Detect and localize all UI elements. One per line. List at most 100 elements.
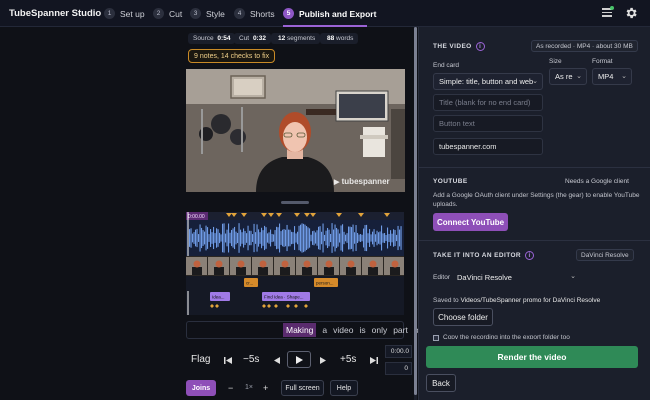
youtube-help-text: Add a Google OAuth client under Settings…	[433, 192, 640, 208]
transcript-word[interactable]: part	[393, 325, 408, 335]
editor-pane: Source 0:54 Cut 0:32 12 segments 88 word…	[0, 27, 421, 400]
step-forward-icon[interactable]	[320, 357, 326, 364]
transcript-word[interactable]: video	[333, 325, 353, 335]
waveform-bar	[211, 232, 213, 244]
step-number: 5	[283, 8, 294, 19]
step-back-icon[interactable]	[274, 357, 280, 364]
step-style[interactable]: 3 Style	[190, 7, 225, 20]
step-publish-and-export[interactable]: 5 Publish and Export	[283, 7, 376, 20]
editor-select[interactable]: DaVinci Resolve ⌄	[452, 269, 580, 286]
play-icon	[295, 355, 303, 364]
waveform-bar	[265, 227, 267, 249]
waveform-bar	[196, 228, 198, 248]
video-preview[interactable]: ▶ tubespanner	[186, 69, 405, 192]
zoom-out-button[interactable]: −	[228, 383, 233, 393]
back-button[interactable]: Back	[426, 374, 456, 392]
render-video-button[interactable]: Render the video	[426, 346, 638, 368]
waveform-bar	[301, 223, 303, 253]
waveform-bar	[378, 232, 380, 244]
segment-count: 12 segments	[271, 33, 321, 44]
resize-handle[interactable]	[281, 201, 309, 204]
waveform-bar	[292, 232, 294, 244]
play-button[interactable]	[287, 351, 311, 368]
info-icon[interactable]: i	[475, 42, 485, 51]
waveform-bar	[306, 226, 308, 250]
waveform-bar	[201, 227, 203, 249]
gear-icon[interactable]	[624, 6, 638, 20]
waveform-bar	[208, 234, 210, 242]
waveform-bar	[396, 234, 398, 242]
button-text-input[interactable]: Button text	[433, 115, 543, 132]
waveform-bar	[228, 223, 230, 253]
back-5s-button[interactable]: −5s	[243, 354, 259, 365]
waveform-bar	[298, 225, 300, 251]
offset-field[interactable]: 0	[385, 362, 412, 375]
current-time-field[interactable]: 0:00.0	[385, 345, 412, 358]
waveform-bar	[294, 226, 296, 250]
step-label: Style	[206, 8, 225, 19]
waveform-bar	[375, 234, 377, 242]
waveform-bar	[261, 227, 263, 249]
waveform-bar	[307, 227, 309, 249]
copy-recording-checkbox[interactable]	[433, 335, 439, 341]
timeline[interactable]: 0:00.00 cr... person... Idea... Find Ide…	[186, 212, 405, 315]
joins-button[interactable]: Joins	[186, 380, 216, 396]
waveform-bar	[274, 230, 276, 246]
zoom-in-button[interactable]: +	[263, 383, 268, 393]
thumbnail-head	[215, 260, 223, 268]
youtube-status: Needs a Google client	[565, 178, 629, 185]
left-scrollbar-thumb[interactable]	[414, 27, 417, 395]
waveform-bar	[219, 232, 221, 244]
transcript-word-current[interactable]: Making	[283, 323, 317, 337]
transcript-word[interactable]: only	[372, 325, 388, 335]
waveform-bar	[277, 227, 279, 249]
waveform-bar	[349, 226, 351, 250]
waveform-bar	[324, 234, 326, 242]
waveform-bar	[370, 234, 372, 242]
waveform-bar	[270, 229, 272, 247]
waveform-bar	[255, 232, 257, 244]
choose-folder-button[interactable]: Choose folder	[433, 308, 493, 326]
transcript-word[interactable]: is	[359, 325, 365, 335]
flag-button[interactable]: Flag	[191, 354, 210, 365]
thumbnail-person	[236, 267, 246, 275]
waveform-bar	[286, 224, 288, 252]
source-duration: Source 0:54	[188, 33, 236, 44]
app-title: TubeSpanner Studio	[9, 8, 102, 19]
transcript-strip[interactable]: Making a video is only part of	[186, 321, 421, 339]
forward-5s-button[interactable]: +5s	[340, 354, 356, 365]
step-cut[interactable]: 2 Cut	[153, 7, 182, 20]
end-card-title-input[interactable]: Title (blank for no end card)	[433, 94, 543, 111]
info-icon[interactable]: i	[525, 251, 535, 260]
step-set-up[interactable]: 1 Set up	[104, 7, 145, 20]
skip-start-icon[interactable]	[224, 357, 232, 364]
waveform-bar	[259, 232, 261, 244]
step-shorts[interactable]: 4 Shorts	[234, 7, 275, 20]
notes-warning-badge[interactable]: 9 notes, 14 checks to fix	[188, 49, 276, 63]
waveform-bar	[367, 233, 369, 243]
divider	[419, 240, 650, 241]
step-number: 4	[234, 8, 245, 19]
waveform-bar	[352, 224, 354, 252]
waveform-bar	[264, 225, 266, 251]
thumbnail-head	[193, 260, 201, 268]
format-select[interactable]: MP4 ⌄	[592, 68, 632, 85]
waveform-bar	[328, 229, 330, 247]
waveform-bar	[235, 231, 237, 245]
waveform-bar	[339, 233, 341, 243]
skip-end-icon[interactable]	[370, 357, 378, 364]
waveform-bar	[231, 229, 233, 247]
waveform-bar	[282, 229, 284, 247]
size-select[interactable]: As re ⌄	[549, 68, 587, 85]
connect-youtube-button[interactable]: Connect YouTube	[433, 213, 508, 231]
help-button[interactable]: Help	[330, 380, 358, 396]
full-screen-button[interactable]: Full screen	[281, 380, 324, 396]
end-card-select[interactable]: Simple: title, button and web ⌄	[433, 73, 543, 90]
waveform-bar	[216, 228, 218, 248]
waveform-bar	[229, 232, 231, 244]
waveform-bar	[268, 232, 270, 244]
waveform-bar	[315, 232, 317, 244]
waveform-bar	[345, 234, 347, 242]
transcript-word[interactable]: a	[322, 325, 327, 335]
end-card-url-input[interactable]: tubespanner.com	[433, 138, 543, 155]
